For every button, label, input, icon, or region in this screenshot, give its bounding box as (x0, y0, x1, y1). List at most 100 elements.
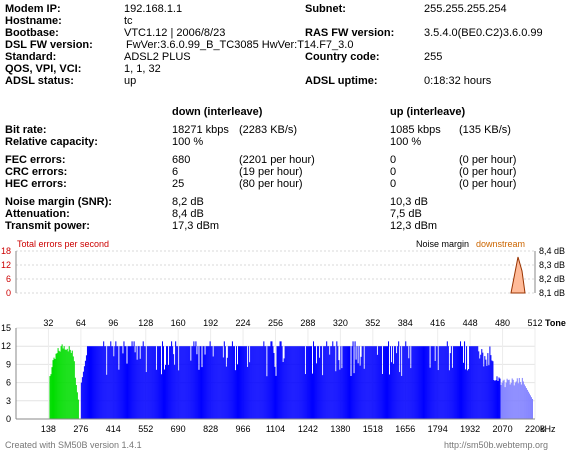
bit-bar (315, 346, 317, 419)
bit-bar (275, 375, 277, 419)
bit-bar (408, 358, 410, 419)
bit-bar (199, 346, 201, 419)
bit-bar (433, 346, 435, 419)
khz-tick: 1380 (330, 424, 350, 434)
bit-bar (436, 346, 438, 419)
khz-tick: 1518 (363, 424, 383, 434)
bit-bar (398, 341, 400, 419)
bit-bar (418, 346, 420, 419)
bit-bar (296, 346, 298, 419)
bit-bar (280, 341, 282, 419)
bit-bar (232, 346, 234, 419)
bit-bar (323, 346, 325, 419)
bit-bar (383, 346, 385, 419)
bit-bar (445, 346, 447, 419)
bit-bar (68, 346, 70, 419)
bit-bar (57, 348, 59, 419)
bit-bar (529, 395, 531, 419)
bit-bar (456, 346, 458, 419)
bit-bar (82, 371, 84, 419)
bit-bar (459, 341, 462, 419)
bit-bar (52, 360, 54, 419)
bit-bar (498, 377, 500, 419)
bit-bar (515, 381, 517, 419)
bit-bar (503, 379, 505, 419)
charts-canvas: Total errors per second 18 12 6 0 Noise margi… (1, 239, 566, 434)
bit-bar (124, 346, 126, 419)
bit-bar (148, 346, 150, 419)
bit-bar (289, 346, 291, 419)
bit-bar (125, 346, 127, 419)
bit-bar (126, 363, 128, 419)
bit-bar (241, 346, 243, 419)
bit-bar (268, 346, 270, 419)
tone-tick: 128 (138, 318, 153, 328)
bit-bar (55, 353, 57, 419)
bit-bar (415, 346, 417, 419)
bit-bar (137, 346, 139, 419)
errors-chart-area (16, 251, 535, 293)
bit-bar (243, 346, 245, 419)
bit-bar (111, 346, 113, 419)
bit-bar (143, 346, 145, 419)
bit-bar (362, 346, 364, 419)
bit-bar (264, 346, 266, 419)
bit-bar (170, 346, 172, 419)
bit-bar (251, 346, 253, 419)
bit-bar (173, 354, 175, 419)
bit-bar (159, 346, 161, 419)
bit-bar (216, 346, 218, 419)
bit-bar (364, 346, 366, 419)
bit-bar (468, 369, 470, 419)
bit-bar (120, 346, 122, 419)
bit-bar (95, 346, 97, 419)
bit-bar (133, 341, 135, 419)
bit-bar (269, 346, 271, 419)
bit-bar (63, 346, 65, 419)
khz-tick: 1794 (428, 424, 448, 434)
bit-bar (317, 346, 319, 419)
bit-bar (410, 368, 412, 419)
bits-ytick: 6 (6, 378, 11, 388)
bit-bar (209, 341, 211, 419)
bit-bar (422, 346, 424, 419)
bit-bar (391, 362, 393, 419)
bit-bar (528, 393, 530, 419)
bit-bar (342, 346, 344, 419)
bit-bar (91, 346, 93, 419)
bit-bar (497, 380, 499, 419)
bit-bar (426, 346, 428, 419)
khz-tick: 1104 (266, 424, 285, 434)
bit-bar (299, 346, 301, 419)
bit-bar (260, 346, 262, 419)
bit-bar (511, 378, 513, 419)
bit-bar (376, 354, 378, 419)
bit-bar (160, 374, 162, 419)
errors-ytick: 12 (1, 260, 11, 270)
bit-bar (472, 346, 474, 419)
bit-bar (100, 346, 102, 419)
bit-bar (339, 369, 341, 419)
bit-bar (355, 359, 357, 419)
tone-tick: 192 (203, 318, 218, 328)
bit-bar (333, 346, 335, 419)
bit-bar (430, 346, 432, 419)
bit-bar (501, 382, 503, 419)
footer-url: http://sm50b.webtemp.org (443, 440, 548, 450)
bit-bar (98, 346, 100, 419)
bit-bar (347, 346, 349, 419)
bit-bar (121, 346, 123, 419)
bit-bar (489, 346, 491, 419)
bit-bar (287, 346, 289, 419)
bit-bar (413, 346, 415, 419)
bit-bar (464, 341, 466, 419)
bit-bar (380, 346, 382, 419)
bit-bar (484, 356, 486, 419)
bit-bar (488, 365, 490, 419)
tone-tick: 352 (365, 318, 380, 328)
bit-bar (427, 346, 429, 419)
bit-bar (193, 341, 195, 419)
bit-bar (348, 346, 350, 419)
bit-bar (76, 392, 78, 419)
bit-bar (132, 346, 134, 419)
